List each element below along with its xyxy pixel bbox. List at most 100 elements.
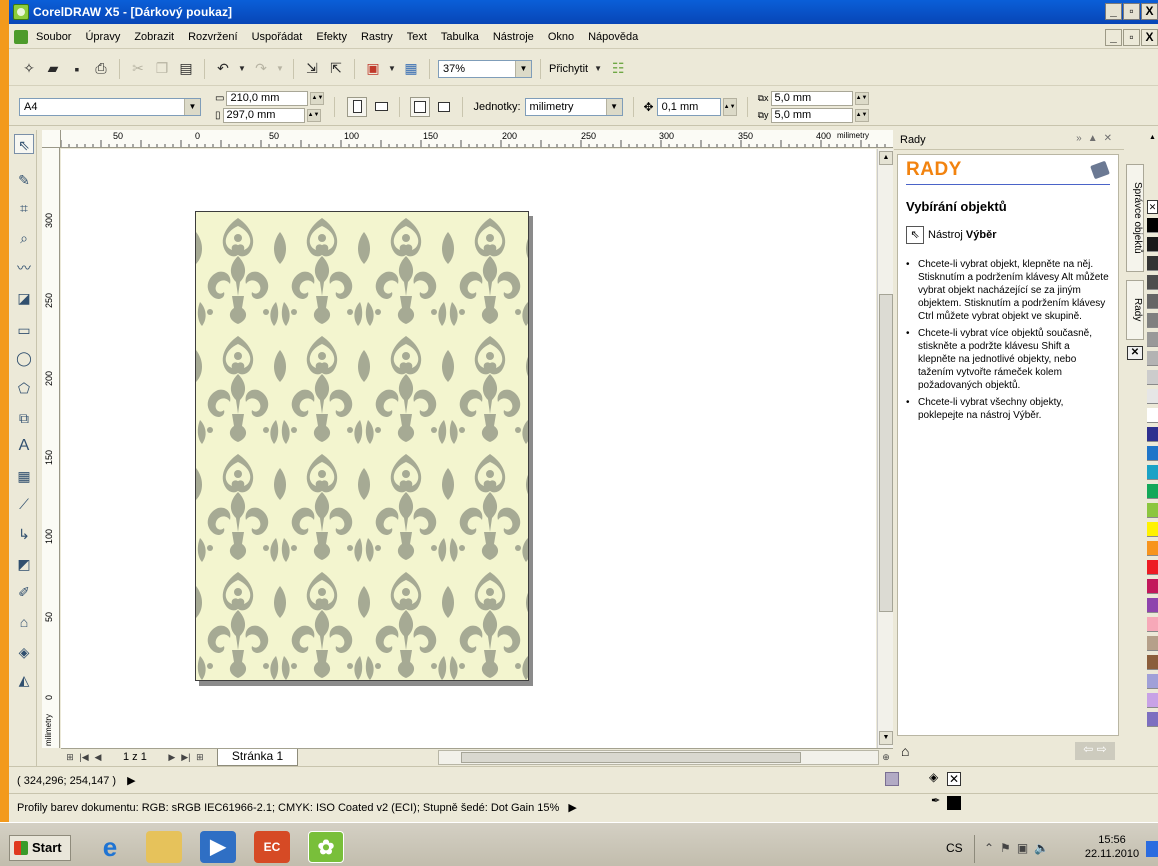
page-size-combo[interactable]: A4 ▼ xyxy=(19,97,201,116)
options-icon[interactable]: ☷ xyxy=(608,59,628,79)
page-tab-1[interactable]: Stránka 1 xyxy=(216,748,299,766)
outline-tool-icon[interactable]: ⌂ xyxy=(14,612,34,632)
nudge-spinner[interactable]: ▲▼ xyxy=(722,97,737,116)
close-docker-icon[interactable]: ✕ xyxy=(1127,346,1143,360)
color-swatch[interactable] xyxy=(1147,351,1158,366)
profiles-expand-icon[interactable]: ▶ xyxy=(568,802,576,814)
chevron-down-icon[interactable]: ▼ xyxy=(515,60,531,77)
color-swatch[interactable] xyxy=(1147,389,1158,404)
color-swatch[interactable] xyxy=(1147,484,1158,499)
duplicate-x-field[interactable]: 5,0 mm xyxy=(770,90,853,106)
color-swatch[interactable] xyxy=(1147,541,1158,556)
home-icon[interactable]: ⌂ xyxy=(901,743,909,759)
menu-text[interactable]: Text xyxy=(400,31,434,43)
tab-hints[interactable]: Rady xyxy=(1126,280,1144,340)
color-proof-icon[interactable] xyxy=(885,772,899,786)
rectangle-tool-icon[interactable]: ▭ xyxy=(14,320,34,340)
docker-controls[interactable]: »▲✕ xyxy=(1076,133,1118,144)
color-swatch[interactable] xyxy=(1147,636,1158,651)
color-swatch[interactable] xyxy=(1147,370,1158,385)
connector-tool-icon[interactable]: ↳ xyxy=(14,524,34,544)
minimize-button[interactable]: _ xyxy=(1105,3,1122,20)
undo-icon[interactable]: ↶ xyxy=(213,59,233,79)
color-swatch[interactable] xyxy=(1147,579,1158,594)
coreldraw-app-icon[interactable] xyxy=(13,4,29,20)
drawing-canvas[interactable] xyxy=(61,149,876,748)
menu-upravy[interactable]: Úpravy xyxy=(78,31,127,43)
document-page[interactable] xyxy=(195,211,529,681)
color-swatch[interactable] xyxy=(1147,332,1158,347)
basic-shapes-tool-icon[interactable]: ⧉ xyxy=(14,408,34,428)
portrait-button[interactable] xyxy=(347,96,368,117)
horizontal-scrollbar[interactable] xyxy=(438,749,879,765)
close-button[interactable]: X xyxy=(1141,3,1158,20)
welcome-screen-icon[interactable]: ▦ xyxy=(401,59,421,79)
corel-capture-icon[interactable]: EC xyxy=(254,831,290,863)
media-player-icon[interactable]: ▶ xyxy=(200,831,236,863)
paste-icon[interactable]: ▤ xyxy=(176,59,196,79)
add-page-after-icon[interactable]: ⊞ xyxy=(193,750,207,764)
launcher-dropdown-icon[interactable]: ▼ xyxy=(387,59,397,79)
shape-tool-icon[interactable]: ✎ xyxy=(14,170,34,190)
menu-rozvrzeni[interactable]: Rozvržení xyxy=(181,31,245,43)
color-swatch[interactable] xyxy=(1147,218,1158,233)
vertical-ruler[interactable]: 300 250 200 150 100 50 0 milimetry xyxy=(42,148,60,748)
zoom-tool-icon[interactable]: ⌕ xyxy=(14,228,34,248)
color-swatch[interactable] xyxy=(1147,237,1158,252)
color-swatch[interactable] xyxy=(1147,674,1158,689)
internet-explorer-icon[interactable]: e xyxy=(92,831,128,863)
chevron-down-icon[interactable]: ▼ xyxy=(605,98,622,115)
chevron-down-icon[interactable]: ▼ xyxy=(184,98,200,115)
undo-dropdown-icon[interactable]: ▼ xyxy=(237,59,247,79)
menu-nastroje[interactable]: Nástroje xyxy=(486,31,541,43)
book-icon[interactable] xyxy=(1090,160,1110,180)
menu-zobrazit[interactable]: Zobrazit xyxy=(127,31,181,43)
maximize-button[interactable]: ▫ xyxy=(1123,3,1140,20)
color-palette[interactable]: ▲ ✕ xyxy=(1147,130,1158,766)
menu-okno[interactable]: Okno xyxy=(541,31,581,43)
vertical-scroll-thumb[interactable] xyxy=(879,294,893,612)
no-fill-icon[interactable]: ✕ xyxy=(947,772,961,786)
coords-expand-icon[interactable]: ▶ xyxy=(127,775,135,787)
snap-dropdown-icon[interactable]: ▼ xyxy=(592,59,604,79)
scroll-up-button[interactable]: ▲ xyxy=(879,151,893,165)
menu-napoveda[interactable]: Nápověda xyxy=(581,31,645,43)
color-swatch[interactable] xyxy=(1147,712,1158,727)
color-swatch[interactable] xyxy=(1147,598,1158,613)
color-swatch[interactable] xyxy=(1147,465,1158,480)
duplicate-y-spinner[interactable]: ▲▼ xyxy=(854,108,869,122)
clock[interactable]: 15:56 22.11.2010 xyxy=(1080,833,1144,861)
smart-fill-tool-icon[interactable]: ◪ xyxy=(14,288,34,308)
color-swatch[interactable] xyxy=(1147,446,1158,461)
import-icon[interactable]: ⇲ xyxy=(302,59,322,79)
ruler-origin[interactable] xyxy=(42,130,61,148)
table-tool-icon[interactable]: ▦ xyxy=(14,466,34,486)
duplicate-x-spinner[interactable]: ▲▼ xyxy=(854,91,869,105)
duplicate-y-field[interactable]: 5,0 mm xyxy=(770,107,853,123)
color-swatch[interactable] xyxy=(1147,617,1158,632)
tray-icons[interactable]: ⌃⚑▣🔈 xyxy=(984,841,1055,855)
color-swatch[interactable] xyxy=(1147,408,1158,423)
fill-tool-icon[interactable]: ◈ xyxy=(14,642,34,662)
show-desktop-button[interactable] xyxy=(1146,841,1158,857)
start-button[interactable]: Start xyxy=(9,835,71,861)
eyedropper-tool-icon[interactable]: ✐ xyxy=(14,582,34,602)
first-page-icon[interactable]: |◀ xyxy=(77,750,91,764)
scroll-down-button[interactable]: ▼ xyxy=(879,731,893,745)
menu-tabulka[interactable]: Tabulka xyxy=(434,31,486,43)
crop-tool-icon[interactable]: ⌗ xyxy=(14,198,34,218)
menu-soubor[interactable]: Soubor xyxy=(36,31,78,43)
last-page-icon[interactable]: ▶| xyxy=(179,750,193,764)
color-swatch[interactable] xyxy=(1147,256,1158,271)
application-launcher-icon[interactable]: ▣ xyxy=(363,59,383,79)
dimension-tool-icon[interactable]: ⟋ xyxy=(14,494,34,514)
hint-navigation-buttons[interactable]: ⇦ ⇨ xyxy=(1075,742,1115,760)
zoom-level-combo[interactable]: 37% ▼ xyxy=(438,59,532,78)
color-swatch[interactable] xyxy=(1147,427,1158,442)
nudge-distance-field[interactable]: 0,1 mm xyxy=(656,97,721,116)
add-page-before-icon[interactable]: ⊞ xyxy=(63,750,77,764)
color-profiles-info[interactable]: Profily barev dokumentu: RGB: sRGB IEC61… xyxy=(17,802,559,814)
current-page-button[interactable] xyxy=(434,97,454,117)
landscape-button[interactable] xyxy=(371,97,391,117)
language-indicator[interactable]: CS xyxy=(946,841,963,855)
